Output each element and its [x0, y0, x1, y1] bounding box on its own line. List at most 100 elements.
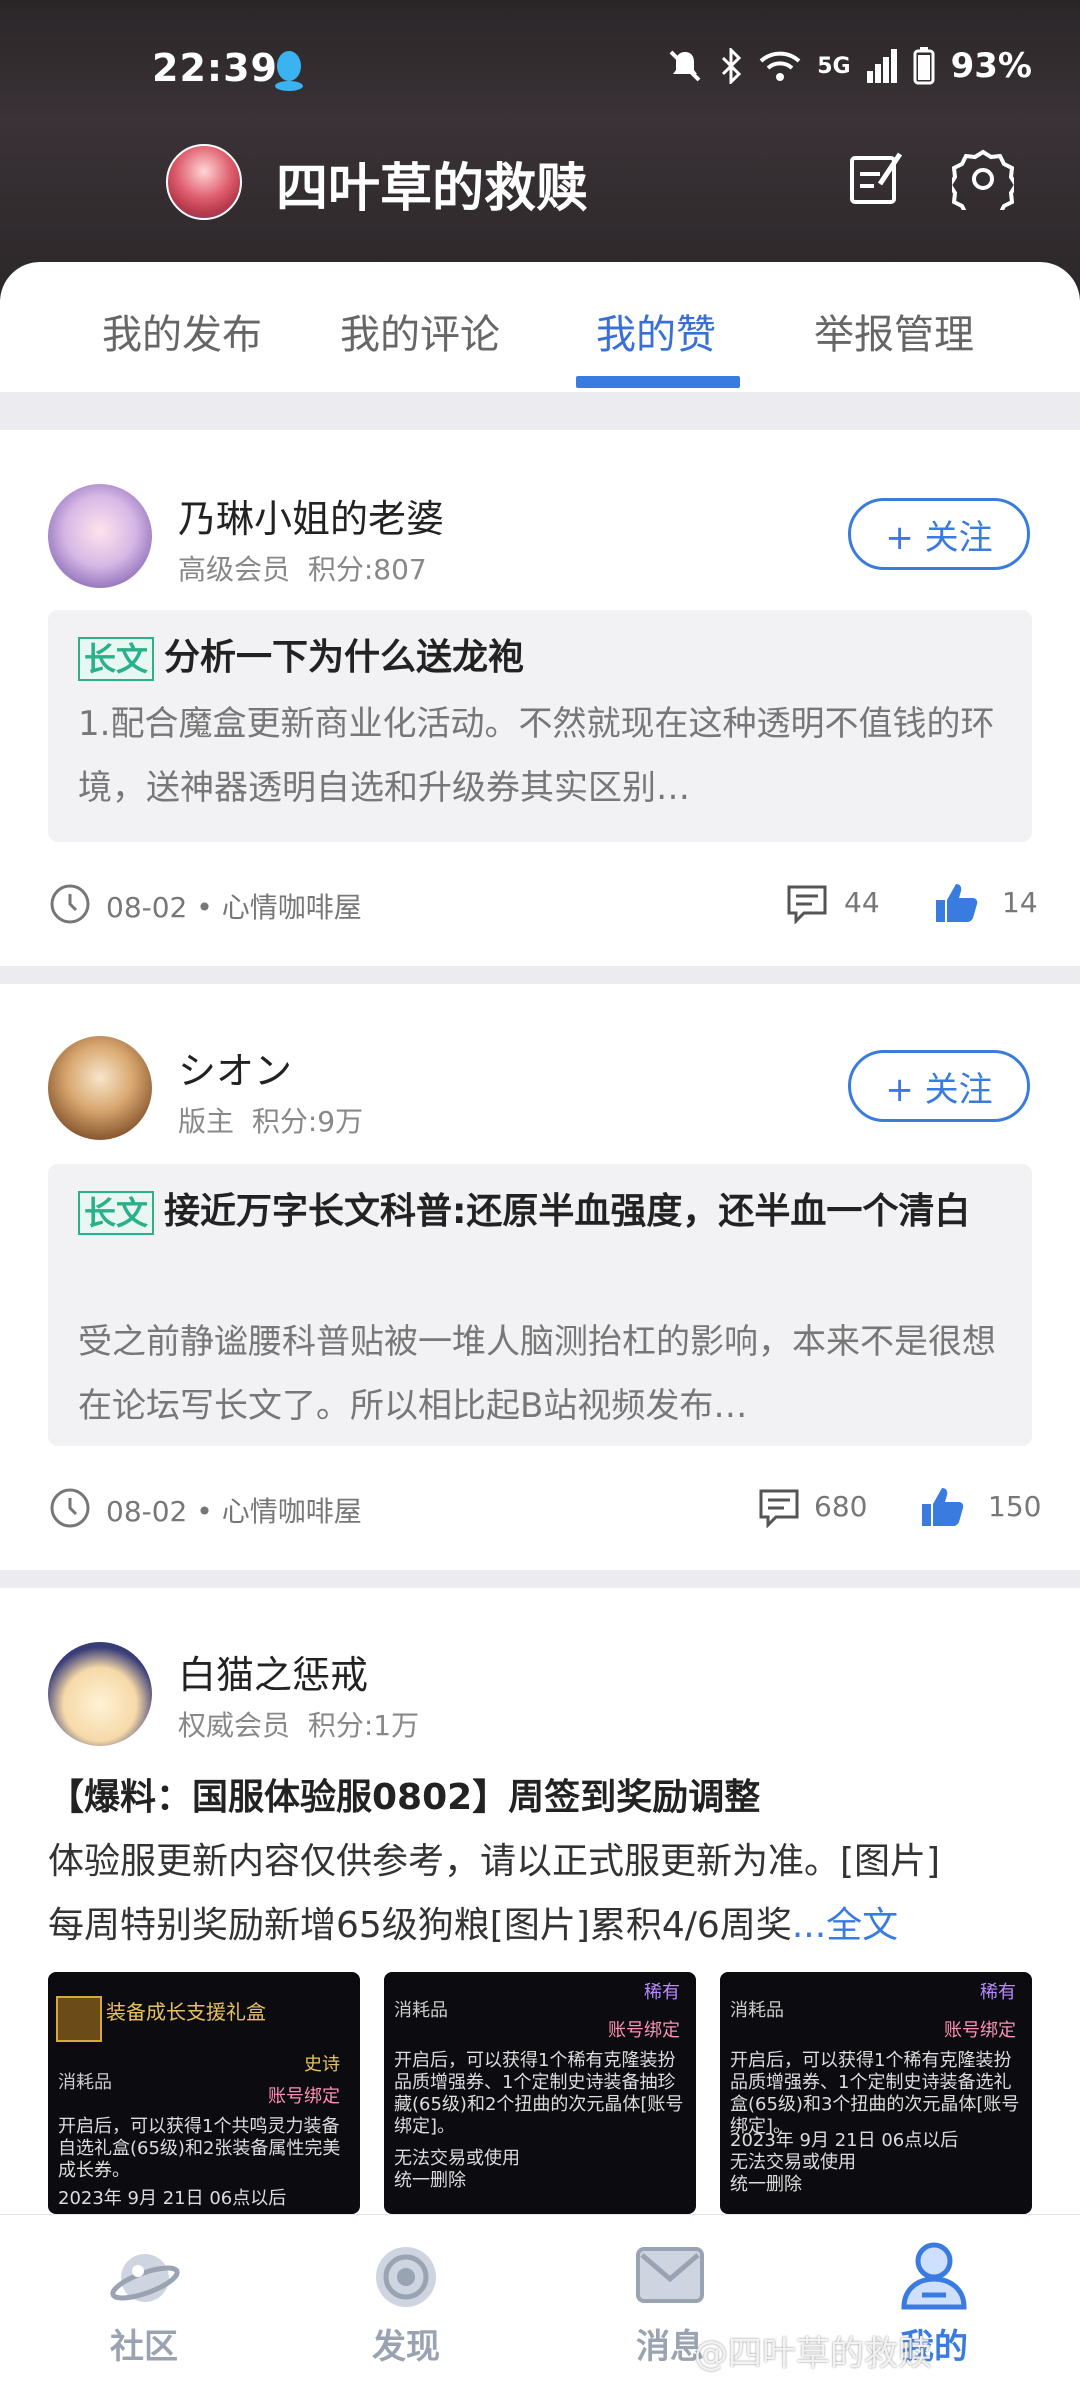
post-board[interactable]: 心情咖啡屋 — [222, 1495, 362, 1528]
post-excerpt: 1.配合魔盒更新商业化活动。不然就现在这种透明不值钱的环境，送神器透明自选和升级… — [78, 704, 995, 808]
author-name[interactable]: シオン — [178, 1040, 292, 1095]
post-title-row: 长文 接近万字长文科普:还原半血强度，还半血一个清白 — [78, 1180, 1008, 1244]
item-note: 无法交易或使用 — [394, 2148, 520, 2169]
watermark: @四叶草的救赎 — [694, 2334, 932, 2374]
nav-label: 发现 — [372, 2327, 440, 2367]
status-icons: 5G 93% — [667, 46, 1032, 86]
clock-icon — [50, 884, 90, 924]
active-tab-indicator — [576, 376, 740, 388]
post-excerpt: 受之前静谧腰科普贴被一堆人脑测抬杠的影响，本来不是很想在论坛写长文了。所以相比起… — [78, 1322, 996, 1426]
divider — [0, 392, 1080, 430]
item-type: 消耗品 — [394, 2000, 448, 2021]
post-footer: 08-02 • 心情咖啡屋 680 150 — [48, 1476, 1041, 1536]
post-date-board: 08-02 • 心情咖啡屋 — [106, 1495, 362, 1528]
author-name[interactable]: 白猫之惩戒 — [178, 1644, 368, 1699]
post-title-row: 长文 分析一下为什么送龙袍 — [78, 626, 1008, 690]
tab-my-likes[interactable]: 我的赞 — [596, 302, 716, 360]
author-points: 积分:1万 — [307, 1709, 420, 1742]
item-bind: 账号绑定 — [608, 2020, 680, 2041]
list-item[interactable]: 乃琳小姐的老婆 高级会员 积分:807 + 关注 长文 分析一下为什么送龙袍 1.… — [0, 430, 1080, 966]
like-count: 14 — [1002, 886, 1038, 919]
mute-icon — [669, 50, 701, 82]
nav-community[interactable]: 社区 — [44, 2215, 244, 2401]
quoted-post[interactable]: 长文 分析一下为什么送龙袍 1.配合魔盒更新商业化活动。不然就现在这种透明不值钱的… — [48, 610, 1032, 842]
user-icon — [901, 2242, 967, 2310]
status-bar: 22:39 5G 93% — [0, 46, 1080, 102]
tab-my-posts[interactable]: 我的发布 — [102, 302, 262, 360]
tab-bar: 我的发布 我的评论 我的赞 举报管理 — [0, 262, 1080, 392]
bluetooth-icon — [722, 48, 742, 84]
network-label: 5G — [817, 53, 851, 79]
post-image[interactable]: 装备成长支援礼盒 史诗 消耗品 账号绑定 开启后，可以获得1个共鸣灵力装备自选礼… — [48, 1972, 360, 2214]
long-text-tag: 长文 — [78, 1191, 155, 1235]
follow-button[interactable]: + 关注 — [848, 498, 1030, 570]
divider — [0, 1570, 1080, 1588]
item-type: 消耗品 — [58, 2072, 112, 2093]
author-meta: 版主 积分:9万 — [178, 1100, 363, 1140]
profile-bar: 四叶草的救赎 — [0, 140, 1080, 220]
item-note: 统一删除 — [394, 2170, 466, 2191]
planet-icon — [110, 2254, 180, 2302]
tab-report-management[interactable]: 举报管理 — [814, 302, 974, 360]
divider — [0, 966, 1080, 984]
read-more-link[interactable]: ...全文 — [792, 1905, 898, 1946]
author-meta: 权威会员 积分:1万 — [178, 1704, 419, 1744]
like-icon[interactable] — [920, 1486, 964, 1528]
avatar[interactable] — [166, 144, 242, 220]
page-title: 四叶草的救赎 — [276, 159, 589, 219]
edit-icon[interactable] — [846, 148, 906, 208]
post-excerpt-line: 每周特别奖励新增65级狗粮[图片]累积4/6周奖...全文 — [48, 1896, 898, 1948]
post-image[interactable]: 稀有 消耗品 账号绑定 开启后，可以获得1个稀有克隆装扮品质增强券、1个定制史诗… — [384, 1972, 696, 2214]
item-desc: 开启后，可以获得1个稀有克隆装扮品质增强券、1个定制史诗装备选礼盒(65级)和3… — [730, 2050, 1020, 2137]
author-points: 积分:9万 — [251, 1105, 364, 1138]
item-bind: 账号绑定 — [944, 2020, 1016, 2041]
avatar[interactable] — [48, 1642, 152, 1746]
item-note: 统一删除 — [730, 2174, 802, 2195]
author-points: 积分:807 — [307, 553, 427, 586]
discover-icon — [376, 2247, 436, 2307]
battery-percent: 93% — [950, 46, 1032, 86]
item-date: 2023年 9月 21日 06点以后 — [58, 2188, 287, 2209]
quoted-post[interactable]: 长文 接近万字长文科普:还原半血强度，还半血一个清白 受之前静谧腰科普贴被一堆人脑… — [48, 1164, 1032, 1446]
avatar[interactable] — [48, 1036, 152, 1140]
status-time: 22:39 — [152, 46, 278, 90]
item-bind: 账号绑定 — [268, 2086, 340, 2107]
like-count: 150 — [988, 1490, 1042, 1523]
tab-my-comments[interactable]: 我的评论 — [340, 302, 500, 360]
qq-icon — [275, 51, 303, 91]
item-grade: 稀有 — [980, 1982, 1016, 2003]
post-excerpt-text: 每周特别奖励新增65级狗粮[图片]累积4/6周奖 — [48, 1905, 792, 1946]
mail-icon — [636, 2247, 704, 2303]
post-title: 分析一下为什么送龙袍 — [164, 637, 525, 678]
post-board[interactable]: 心情咖啡屋 — [222, 891, 362, 924]
post-date-board: 08-02 • 心情咖啡屋 — [106, 891, 362, 924]
app-header: 22:39 5G 93% 四叶草的救赎 — [0, 0, 1080, 300]
clock-icon — [50, 1488, 90, 1528]
item-desc: 开启后，可以获得1个共鸣灵力装备自选礼盒(65级)和2张装备属性完美成长券。 — [58, 2116, 341, 2181]
post-title: 接近万字长文科普:还原半血强度，还半血一个清白 — [164, 1191, 971, 1232]
item-date: 2023年 9月 21日 06点以后 — [730, 2130, 959, 2151]
comment-count: 680 — [814, 1490, 868, 1523]
item-type: 消耗品 — [730, 2000, 784, 2021]
post-date: 08-02 — [106, 1495, 188, 1528]
post-title[interactable]: 【爆料：国服体验服0802】周签到奖励调整 — [48, 1768, 760, 1820]
author-rank: 权威会员 — [178, 1709, 291, 1742]
post-date: 08-02 — [106, 891, 188, 924]
post-footer: 08-02 • 心情咖啡屋 44 14 — [48, 872, 1038, 932]
nav-discover[interactable]: 发现 — [306, 2215, 506, 2401]
comment-count: 44 — [844, 886, 880, 919]
like-icon[interactable] — [934, 882, 978, 924]
comment-icon[interactable] — [758, 1488, 800, 1528]
item-desc: 开启后，可以获得1个稀有克隆装扮品质增强券、1个定制史诗装备抽珍藏(65级)和2… — [394, 2050, 684, 2137]
list-item[interactable]: シオン 版主 积分:9万 + 关注 长文 接近万字长文科普:还原半血强度，还半血一… — [0, 984, 1080, 1570]
author-rank: 版主 — [178, 1105, 235, 1138]
wifi-icon — [759, 51, 801, 81]
author-name[interactable]: 乃琳小姐的老婆 — [178, 488, 444, 543]
post-excerpt-line: 体验服更新内容仅供参考，请以正式服更新为准。[图片] — [48, 1841, 941, 1882]
gear-icon[interactable] — [952, 148, 1014, 210]
avatar[interactable] — [48, 484, 152, 588]
follow-button[interactable]: + 关注 — [848, 1050, 1030, 1122]
comment-icon[interactable] — [786, 884, 828, 924]
post-image[interactable]: 稀有 消耗品 账号绑定 开启后，可以获得1个稀有克隆装扮品质增强券、1个定制史诗… — [720, 1972, 1032, 2214]
author-rank: 高级会员 — [178, 553, 291, 586]
